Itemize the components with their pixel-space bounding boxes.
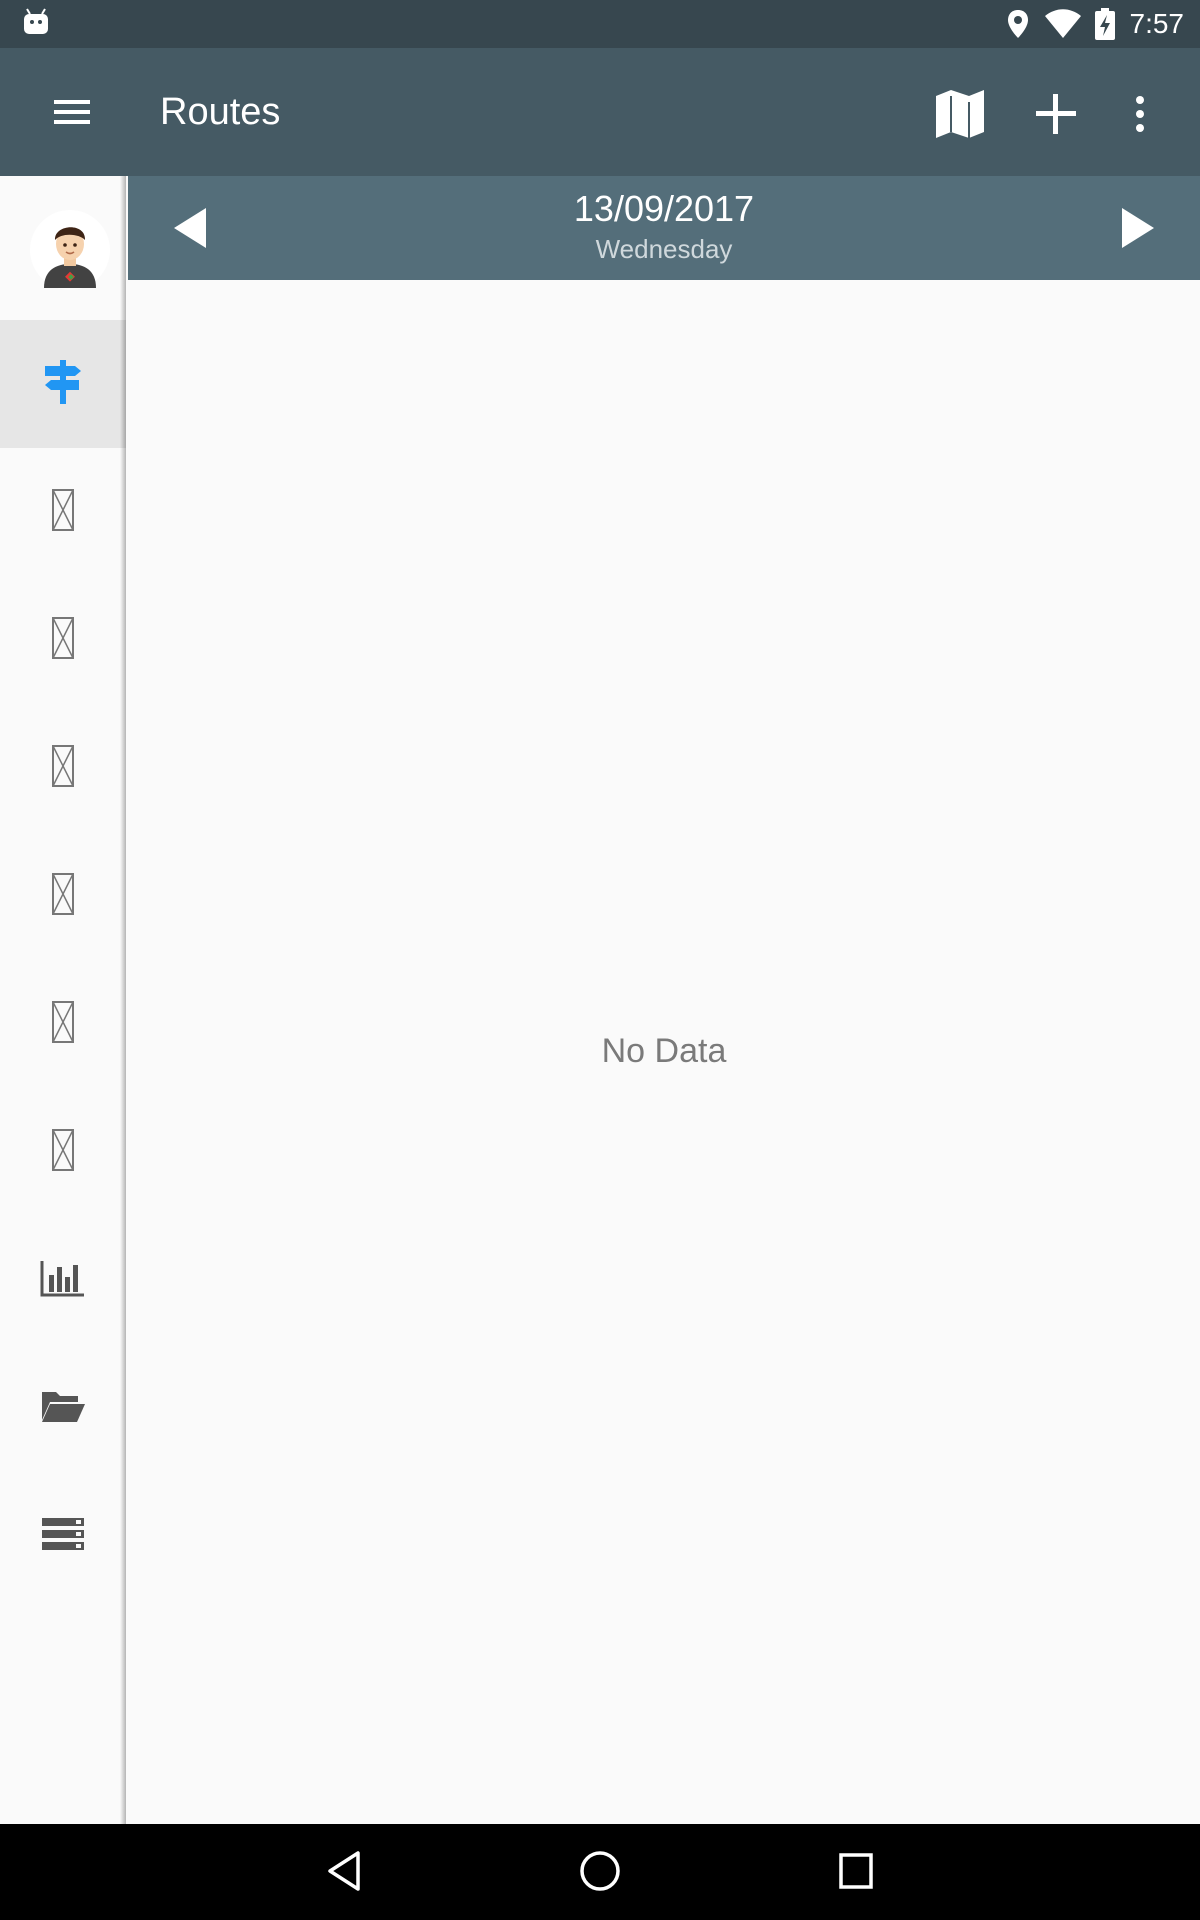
missing-glyph-icon xyxy=(51,872,75,921)
status-bar: 7:57 xyxy=(0,0,1200,48)
android-debug-icon xyxy=(22,8,50,41)
sidebar-divider xyxy=(120,176,126,1824)
folder-open-icon xyxy=(40,1388,86,1429)
clock: 7:57 xyxy=(1129,8,1185,39)
next-day-button[interactable] xyxy=(1120,206,1156,255)
menu-icon[interactable] xyxy=(52,96,92,133)
sidebar-item-2[interactable] xyxy=(0,448,126,576)
empty-state-text: No Data xyxy=(601,1032,727,1070)
missing-glyph-icon xyxy=(51,1128,75,1177)
date-navigator: 13/09/2017 Wednesday xyxy=(128,176,1200,280)
missing-glyph-icon xyxy=(51,744,75,793)
sidebar-item-5[interactable] xyxy=(0,832,126,960)
routes-list: No Data xyxy=(128,280,1200,1824)
bar-chart-icon xyxy=(40,1259,86,1302)
back-icon[interactable] xyxy=(326,1850,362,1897)
current-date: 13/09/2017 xyxy=(573,188,755,229)
page-title: Routes xyxy=(160,91,281,133)
signpost-icon xyxy=(41,358,85,411)
missing-glyph-icon xyxy=(51,1000,75,1049)
sidebar-item-6[interactable] xyxy=(0,960,126,1088)
wifi-icon xyxy=(1044,8,1082,45)
map-icon[interactable] xyxy=(934,88,986,145)
system-nav-bar xyxy=(0,1824,1200,1920)
home-icon[interactable] xyxy=(579,1850,621,1897)
current-weekday: Wednesday xyxy=(595,234,733,264)
battery-charging-icon xyxy=(1094,8,1116,45)
sidebar-item-4[interactable] xyxy=(0,704,126,832)
app-toolbar: Routes xyxy=(0,48,1200,176)
avatar[interactable] xyxy=(30,210,110,290)
add-icon[interactable] xyxy=(1034,92,1078,141)
more-vert-icon[interactable] xyxy=(1130,92,1150,141)
missing-glyph-icon xyxy=(51,616,75,665)
recents-icon[interactable] xyxy=(838,1850,874,1897)
sidebar-item-7[interactable] xyxy=(0,1088,126,1216)
sidebar-item-statistics[interactable] xyxy=(0,1216,126,1344)
sidebar-item-storage[interactable] xyxy=(0,1472,126,1600)
side-nav xyxy=(0,176,126,1824)
sidebar-item-3[interactable] xyxy=(0,576,126,704)
storage-icon xyxy=(40,1516,86,1557)
location-icon xyxy=(1006,8,1030,45)
missing-glyph-icon xyxy=(51,488,75,537)
sidebar-item-routes[interactable] xyxy=(0,320,126,448)
sidebar-item-files[interactable] xyxy=(0,1344,126,1472)
